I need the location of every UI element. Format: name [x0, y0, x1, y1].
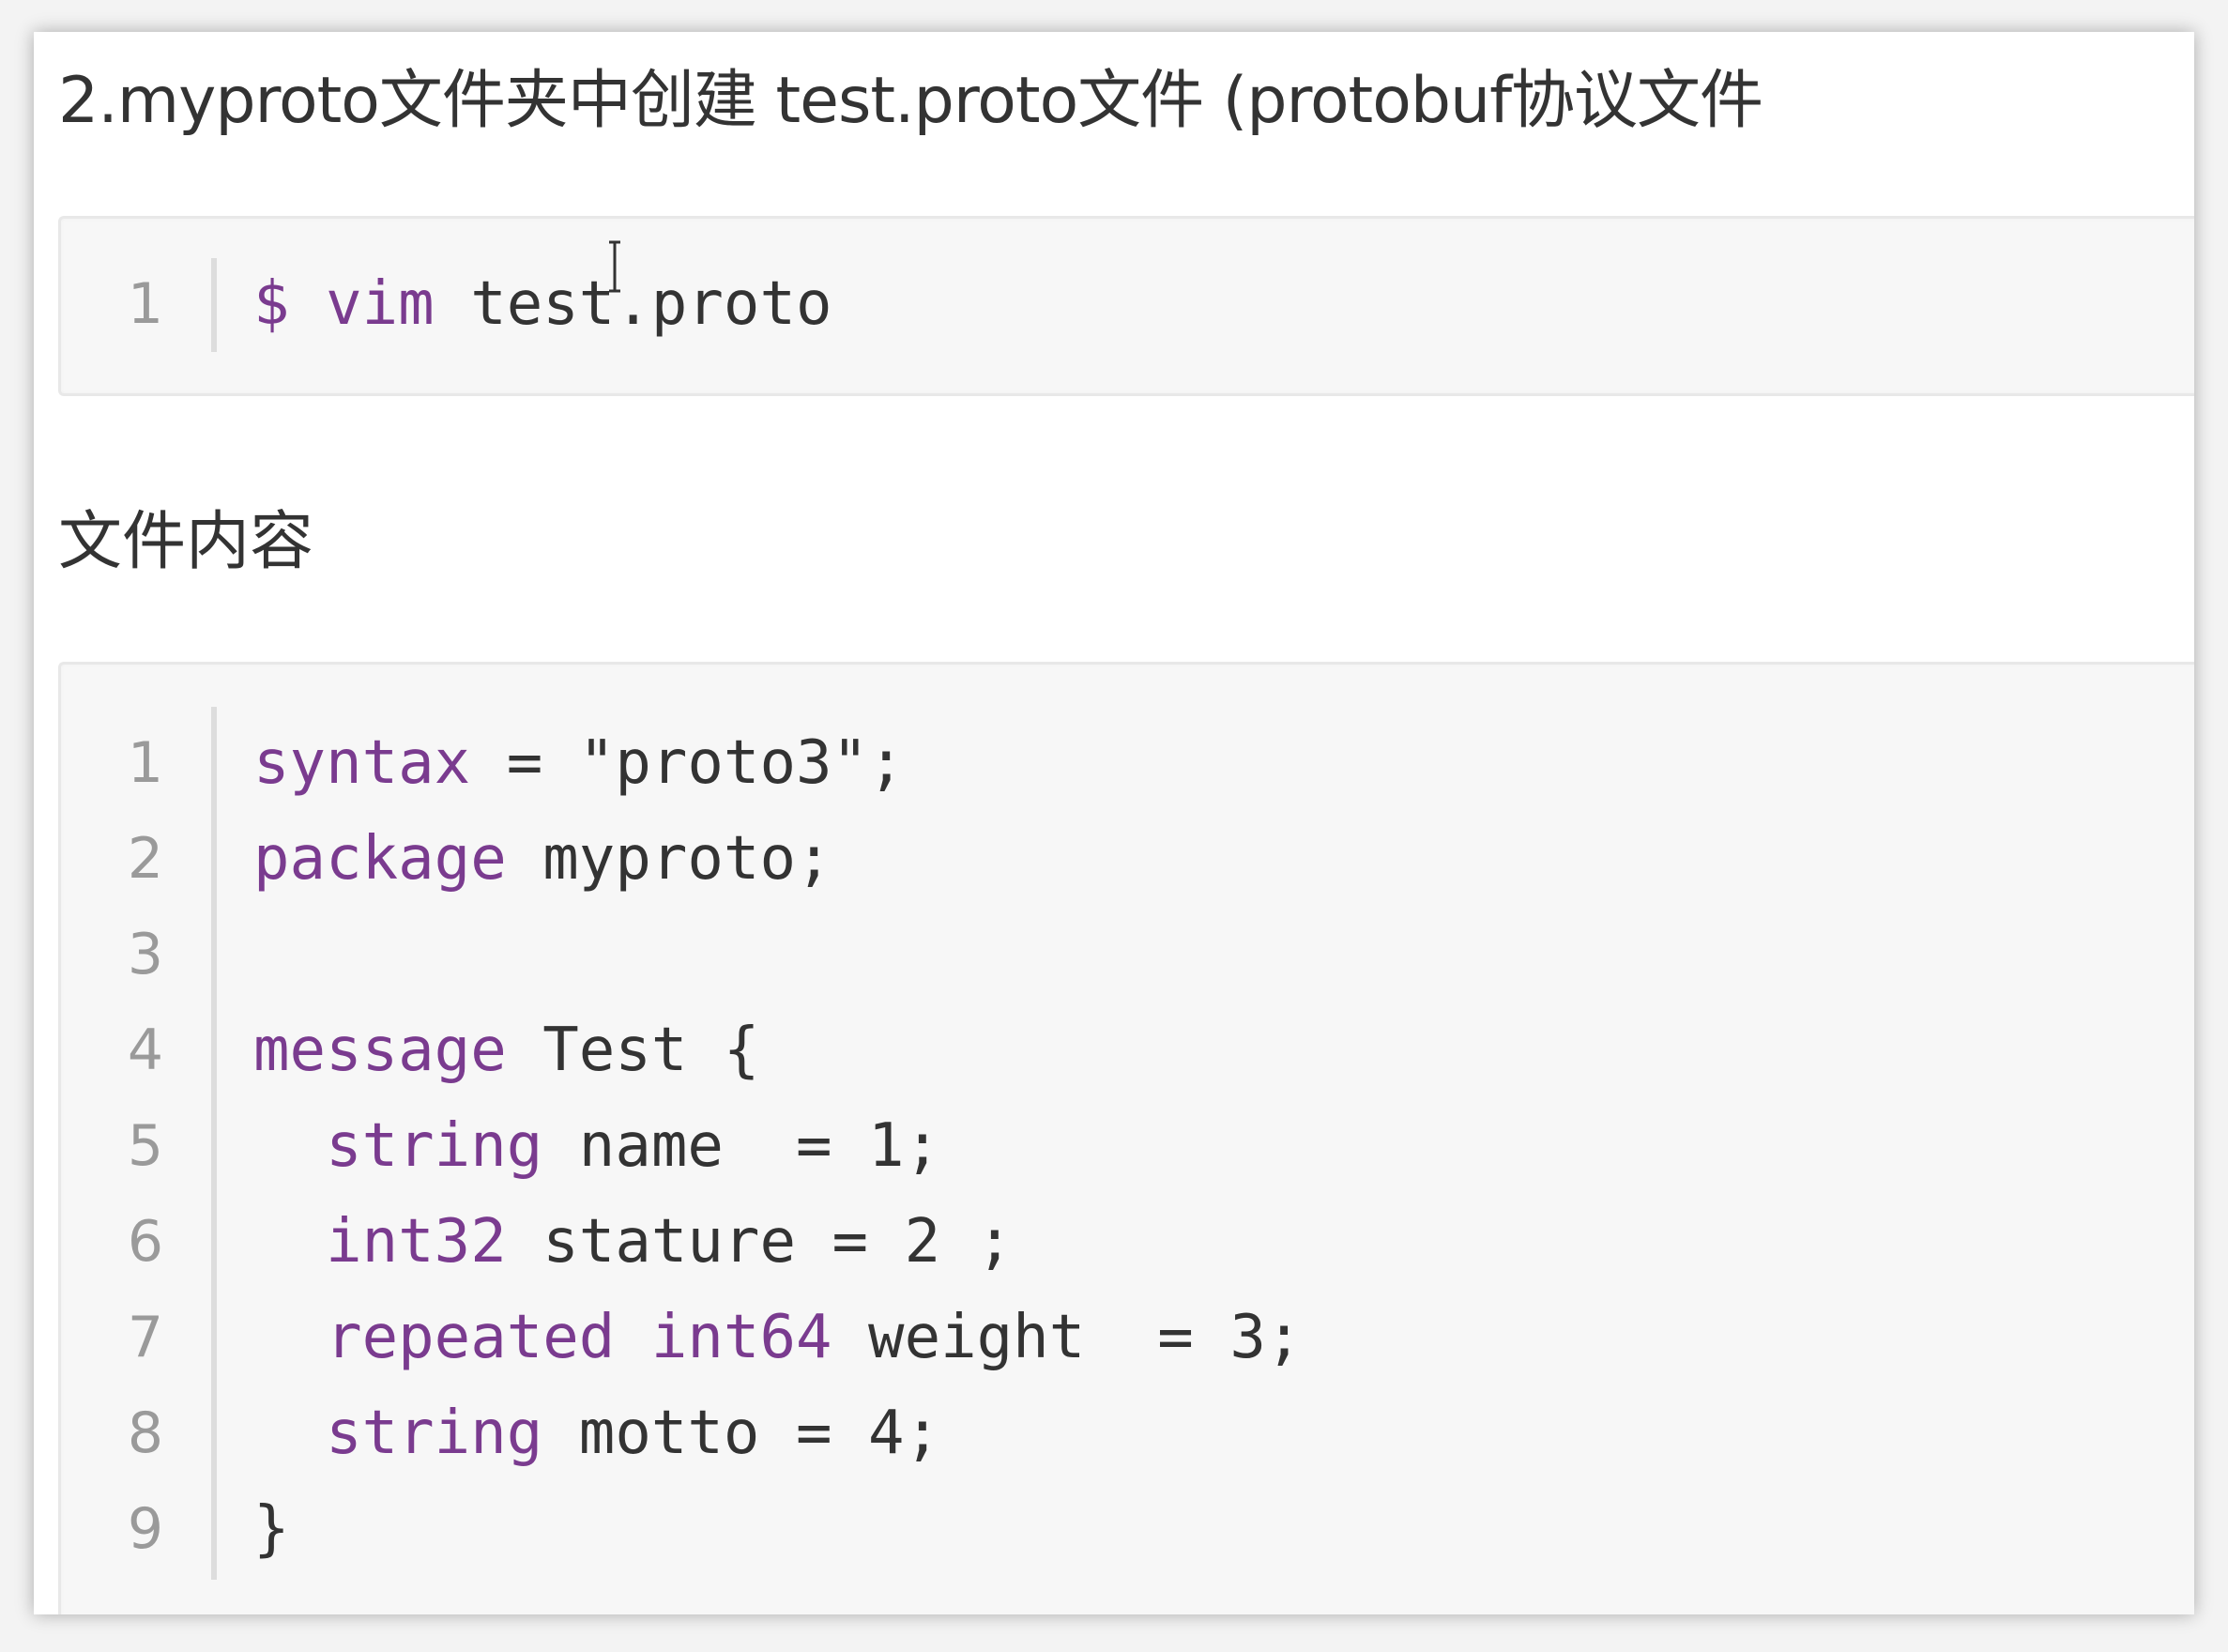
- code-token-punct: [615, 1303, 651, 1372]
- line-number: 9: [127, 1496, 164, 1562]
- line-number: 6: [127, 1209, 164, 1275]
- code-token-keyword: repeated: [326, 1303, 616, 1372]
- code-token-punct: [290, 269, 327, 339]
- code-text: string name = 1;: [253, 1098, 940, 1194]
- code-line: 9}: [61, 1481, 2194, 1577]
- command-code-lines: 1 $ vim test.proto: [61, 256, 2194, 352]
- line-number: 7: [127, 1305, 164, 1370]
- code-token-keyword: string: [326, 1111, 543, 1181]
- code-token-punct: [253, 1399, 326, 1468]
- code-token-keyword: message: [253, 1016, 507, 1085]
- proto-file-code-lines: 1 syntax = "proto3"; 2 package myproto; 3 4 me…: [61, 715, 2194, 1577]
- text-cursor-icon: [609, 240, 620, 293]
- line-number: 8: [127, 1400, 164, 1466]
- code-line: 4 message Test {: [61, 1002, 2194, 1098]
- code-text: message Test {: [253, 1002, 759, 1098]
- line-number: 2: [127, 826, 164, 892]
- code-token-string: "proto3": [578, 728, 869, 798]
- code-line: 8 string motto = 4;: [61, 1385, 2194, 1481]
- document-page: 2.myproto文件夹中创建 test.proto文件 (protobuf协议…: [34, 32, 2194, 1614]
- code-token-prompt: $: [253, 269, 290, 339]
- line-number: 4: [127, 1017, 164, 1083]
- code-token-ident: test.proto: [434, 269, 832, 339]
- code-line: 1 syntax = "proto3";: [61, 715, 2194, 811]
- code-text: $ vim test.proto: [253, 256, 832, 352]
- code-text: repeated int64 weight = 3;: [253, 1290, 1302, 1385]
- code-token-punct: ;: [868, 728, 905, 798]
- code-text: }: [253, 1481, 290, 1577]
- code-token-ident: weight = 3;: [832, 1303, 1303, 1372]
- code-token-keyword: int32: [326, 1207, 507, 1277]
- code-text: string motto = 4;: [253, 1385, 940, 1481]
- code-token-ident: Test {: [506, 1016, 760, 1085]
- file-content-heading: 文件内容: [58, 505, 314, 579]
- code-text: package myproto;: [253, 811, 832, 907]
- line-number: 1: [127, 271, 164, 337]
- code-token-ident: name = 1;: [542, 1111, 941, 1181]
- code-token-punct: [253, 1111, 326, 1181]
- code-text: int32 stature = 2 ;: [253, 1194, 1013, 1290]
- code-token-keyword: syntax: [253, 728, 471, 798]
- code-token-punct: }: [253, 1494, 290, 1564]
- line-number: 5: [127, 1113, 164, 1179]
- code-line: 7 repeated int64 weight = 3;: [61, 1290, 2194, 1385]
- code-line: 1 $ vim test.proto: [61, 256, 2194, 352]
- code-text: syntax = "proto3";: [253, 715, 905, 811]
- code-line: 5 string name = 1;: [61, 1098, 2194, 1194]
- code-line: 2 package myproto;: [61, 811, 2194, 907]
- code-line: 6 int32 stature = 2 ;: [61, 1194, 2194, 1290]
- code-token-ident: myproto;: [506, 824, 832, 894]
- code-token-keyword: package: [253, 824, 507, 894]
- code-token-keyword: string: [326, 1399, 543, 1468]
- code-token-ident: stature = 2 ;: [506, 1207, 1014, 1277]
- code-token-punct: [253, 1207, 326, 1277]
- line-number: 1: [127, 730, 164, 796]
- screenshot-canvas: 2.myproto文件夹中创建 test.proto文件 (protobuf协议…: [0, 0, 2228, 1652]
- code-line: 3: [61, 907, 2194, 1002]
- code-token-ident: motto = 4;: [542, 1399, 941, 1468]
- code-token-keyword: vim: [326, 269, 435, 339]
- code-token-punct: =: [470, 728, 579, 798]
- line-number: 3: [127, 922, 164, 987]
- code-token-punct: [253, 1303, 326, 1372]
- code-token-keyword: int64: [650, 1303, 832, 1372]
- command-code-block[interactable]: 1 $ vim test.proto: [58, 216, 2194, 396]
- proto-file-code-block[interactable]: 1 syntax = "proto3"; 2 package myproto; 3 4 me…: [58, 662, 2194, 1614]
- step-heading: 2.myproto文件夹中创建 test.proto文件 (protobuf协议…: [58, 64, 1763, 138]
